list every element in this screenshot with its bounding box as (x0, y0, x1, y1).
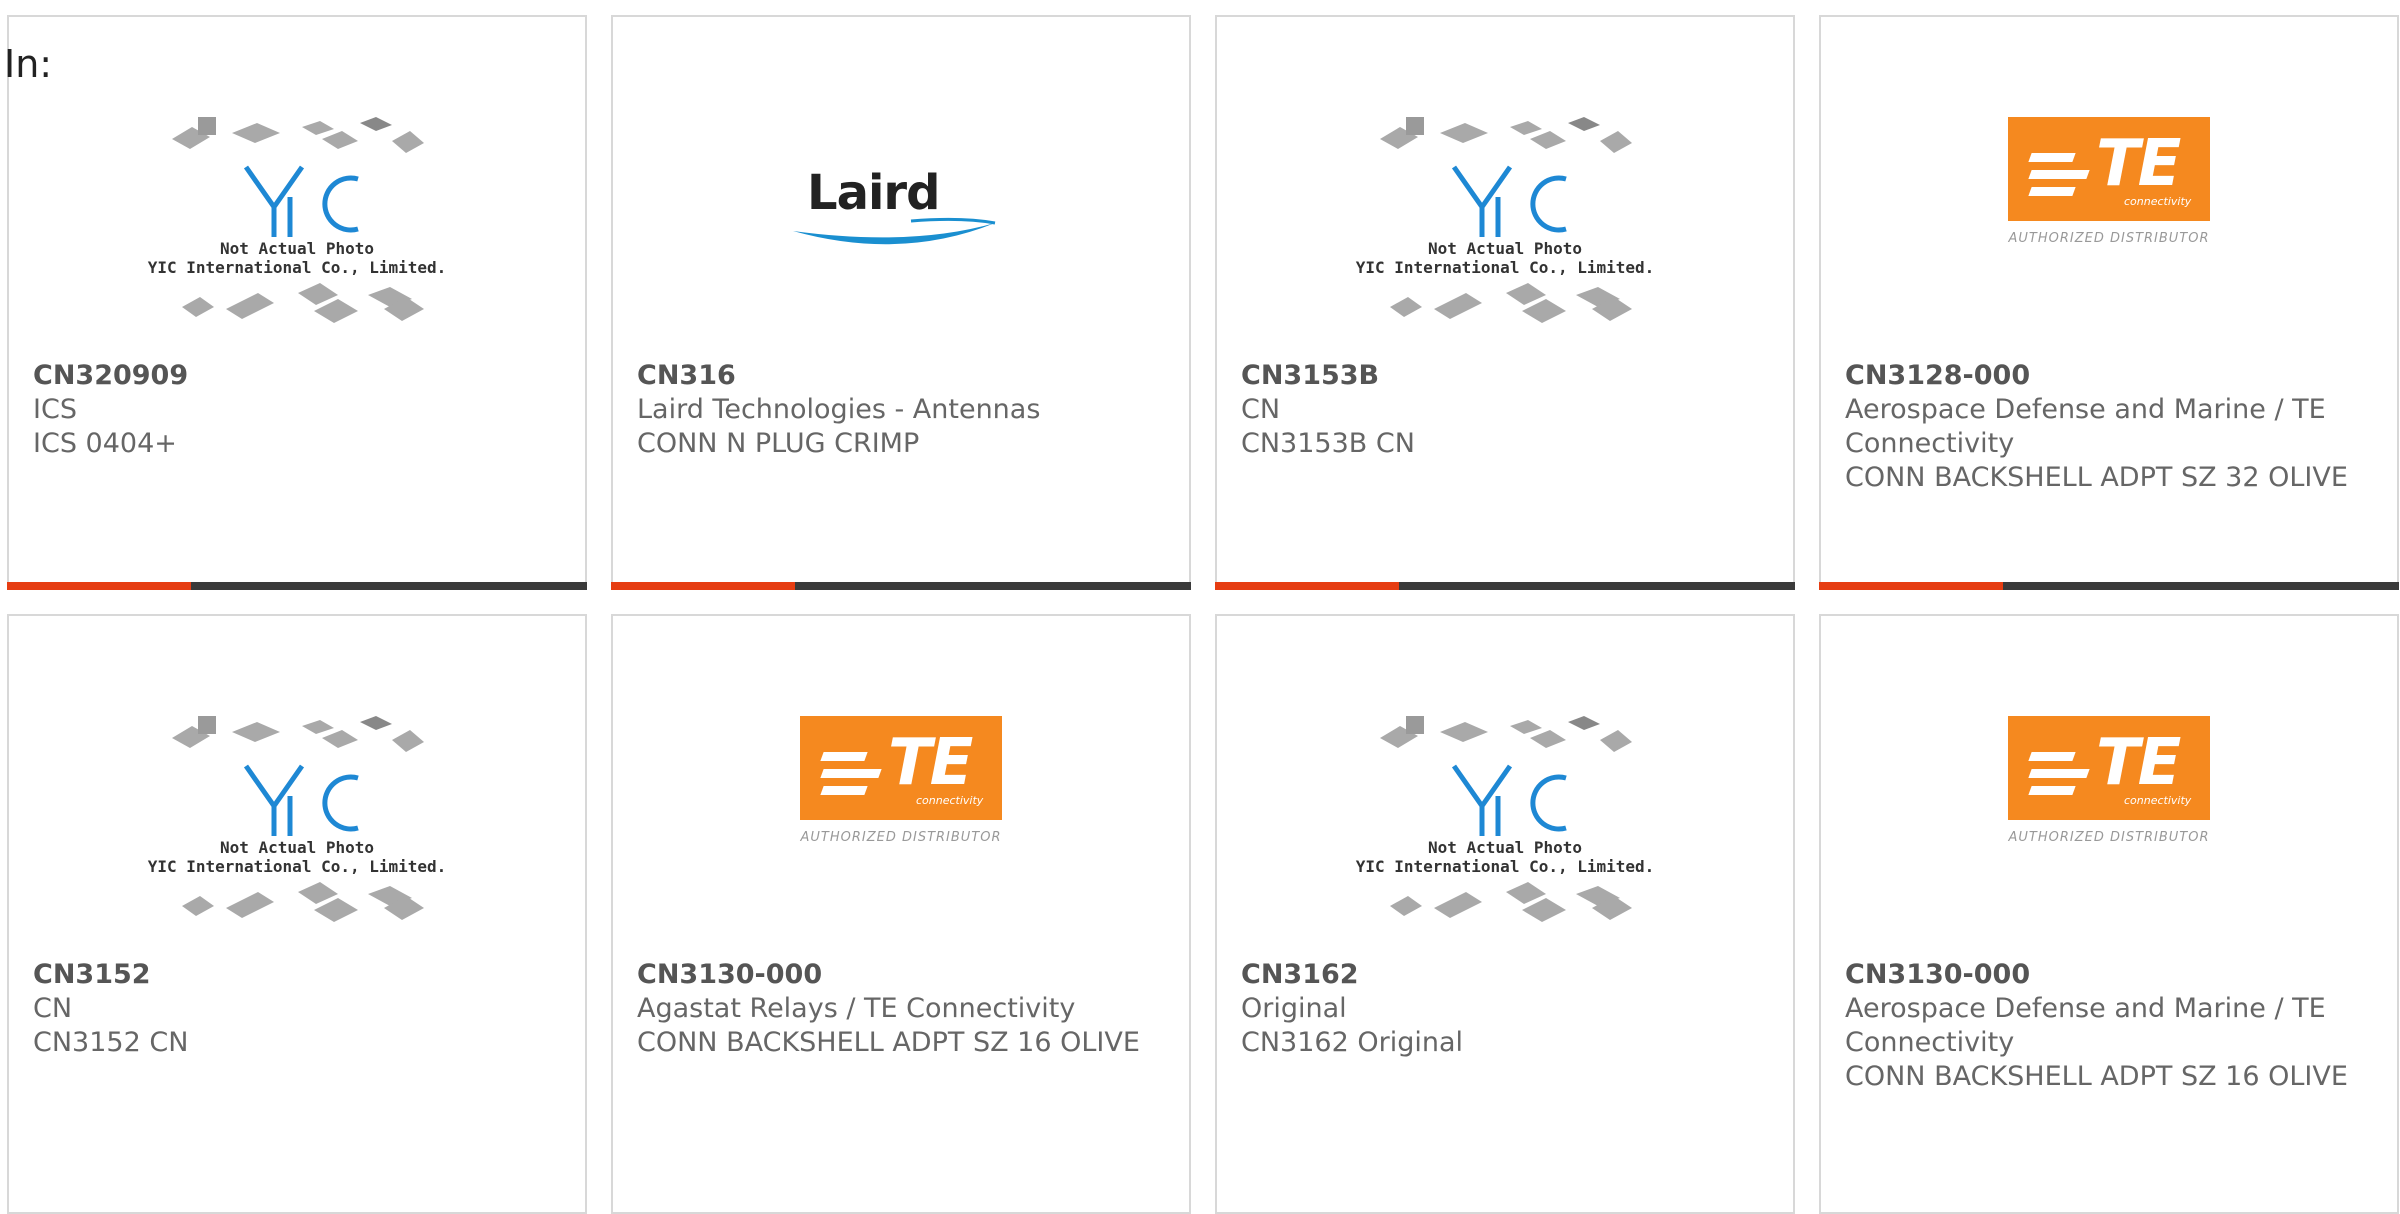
description: ICS 0404+ (33, 428, 177, 459)
yic-caption-line1: Not Actual Photo (219, 838, 375, 857)
description: CONN BACKSHELL ADPT SZ 16 OLIVE (1845, 1061, 2348, 1092)
product-image (1217, 97, 1793, 367)
yic-caption: Not Actual Photo YIC International Co., … (9, 239, 585, 277)
manufacturer: CN (1241, 394, 1281, 425)
card-bar (1819, 582, 2399, 590)
product-image: TE connectivity AUTHORIZED DISTRIBUTOR (613, 696, 1189, 966)
laird-logo: Laird (791, 165, 1011, 255)
manufacturer: Laird Technologies - Antennas (637, 394, 1041, 425)
part-number[interactable]: CN3152 (33, 958, 545, 992)
chip-packages-icon (1380, 117, 1632, 323)
product-image (1217, 696, 1793, 966)
te-sub: connectivity (2124, 195, 2192, 208)
description: CN3162 Original (1241, 1027, 1463, 1058)
yic-caption-line1: Not Actual Photo (219, 239, 375, 258)
yic-caption-line1: Not Actual Photo (1427, 838, 1583, 857)
manufacturer: Agastat Relays / TE Connectivity (637, 993, 1076, 1024)
te-sub: connectivity (2124, 794, 2192, 807)
description: CONN BACKSHELL ADPT SZ 16 OLIVE (637, 1027, 1140, 1058)
card-bar (1215, 582, 1795, 590)
te-sub: connectivity (916, 794, 984, 807)
product-image: TE connectivity AUTHORIZED DISTRIBUTOR (1821, 696, 2397, 966)
product-image: TE connectivity AUTHORIZED DISTRIBUTOR (1821, 97, 2397, 367)
product-card[interactable]: Not Actual Photo YIC International Co., … (7, 614, 587, 1214)
description: CN3152 CN (33, 1027, 189, 1058)
manufacturer: ICS (33, 394, 77, 425)
card-bar (7, 582, 587, 590)
yic-caption-line2: YIC International Co., Limited. (147, 857, 447, 876)
yic-caption: Not Actual Photo YIC International Co., … (9, 838, 585, 876)
product-grid: CN320909 ICS ICS 0404+ Not Actual Photo … (7, 15, 2400, 1214)
part-number[interactable]: CN3130-000 (637, 958, 1149, 992)
product-card[interactable]: TE connectivity AUTHORIZED DISTRIBUTOR C… (1819, 614, 2399, 1214)
product-image (9, 97, 585, 367)
yic-caption: Not Actual Photo YIC International Co., … (1217, 239, 1793, 277)
manufacturer: Aerospace Defense and Marine / TE Connec… (1845, 394, 2326, 459)
product-card[interactable]: Not Actual Photo YIC International Co., … (1215, 614, 1795, 1214)
te-lines-icon (820, 752, 882, 803)
product-card[interactable]: Laird CN316 Laird Technologies - Antenna… (611, 15, 1191, 590)
te-authorized: AUTHORIZED DISTRIBUTOR (800, 830, 1002, 845)
description: CONN BACKSHELL ADPT SZ 32 OLIVE (1845, 462, 2348, 493)
card-bar-accent (1215, 582, 1399, 590)
description: CONN N PLUG CRIMP (637, 428, 920, 459)
manufacturer: Aerospace Defense and Marine / TE Connec… (1845, 993, 2326, 1058)
product-card[interactable]: TE connectivity AUTHORIZED DISTRIBUTOR C… (611, 614, 1191, 1214)
te-logo: TE connectivity AUTHORIZED DISTRIBUTOR (800, 696, 1002, 845)
te-lines-icon (2028, 752, 2090, 803)
card-bar-accent (611, 582, 795, 590)
te-logo: TE connectivity AUTHORIZED DISTRIBUTOR (2008, 97, 2210, 246)
yic-caption-line1: Not Actual Photo (1427, 239, 1583, 258)
product-card[interactable]: TE connectivity AUTHORIZED DISTRIBUTOR C… (1819, 15, 2399, 590)
part-number[interactable]: CN3162 (1241, 958, 1753, 992)
yic-caption-line2: YIC International Co., Limited. (1355, 857, 1655, 876)
manufacturer: Original (1241, 993, 1347, 1024)
part-number[interactable]: CN3153B (1241, 359, 1753, 393)
manufacturer: CN (33, 993, 73, 1024)
card-bar-accent (1819, 582, 2003, 590)
te-lines-icon (2028, 153, 2090, 204)
yic-placeholder-image (162, 97, 432, 341)
page-label: In: (4, 42, 53, 86)
te-authorized: AUTHORIZED DISTRIBUTOR (2008, 830, 2210, 845)
part-number[interactable]: CN316 (637, 359, 1149, 393)
te-logo: TE connectivity AUTHORIZED DISTRIBUTOR (2008, 696, 2210, 845)
product-image (9, 696, 585, 966)
chip-packages-icon (172, 117, 424, 323)
card-bar-accent (7, 582, 191, 590)
laird-swoosh-icon (793, 217, 996, 245)
product-card[interactable]: CN320909 ICS ICS 0404+ Not Actual Photo … (7, 15, 587, 590)
chip-packages-icon (172, 716, 424, 922)
product-image: Laird (613, 97, 1189, 367)
te-logo-box: TE connectivity (2008, 117, 2210, 221)
te-logo-box: TE connectivity (800, 716, 1002, 820)
chip-packages-icon (1380, 716, 1632, 922)
te-brand: TE (2096, 726, 2181, 800)
product-card[interactable]: Not Actual Photo YIC International Co., … (1215, 15, 1795, 590)
te-brand: TE (888, 726, 973, 800)
part-number[interactable]: CN3128-000 (1845, 359, 2357, 393)
te-authorized: AUTHORIZED DISTRIBUTOR (2008, 231, 2210, 246)
part-number[interactable]: CN3130-000 (1845, 958, 2357, 992)
yic-caption-line2: YIC International Co., Limited. (147, 258, 447, 277)
part-number[interactable]: CN320909 (33, 359, 545, 393)
te-brand: TE (2096, 127, 2181, 201)
yic-caption: Not Actual Photo YIC International Co., … (1217, 838, 1793, 876)
card-bar (611, 582, 1191, 590)
te-logo-box: TE connectivity (2008, 716, 2210, 820)
yic-caption-line2: YIC International Co., Limited. (1355, 258, 1655, 277)
description: CN3153B CN (1241, 428, 1415, 459)
